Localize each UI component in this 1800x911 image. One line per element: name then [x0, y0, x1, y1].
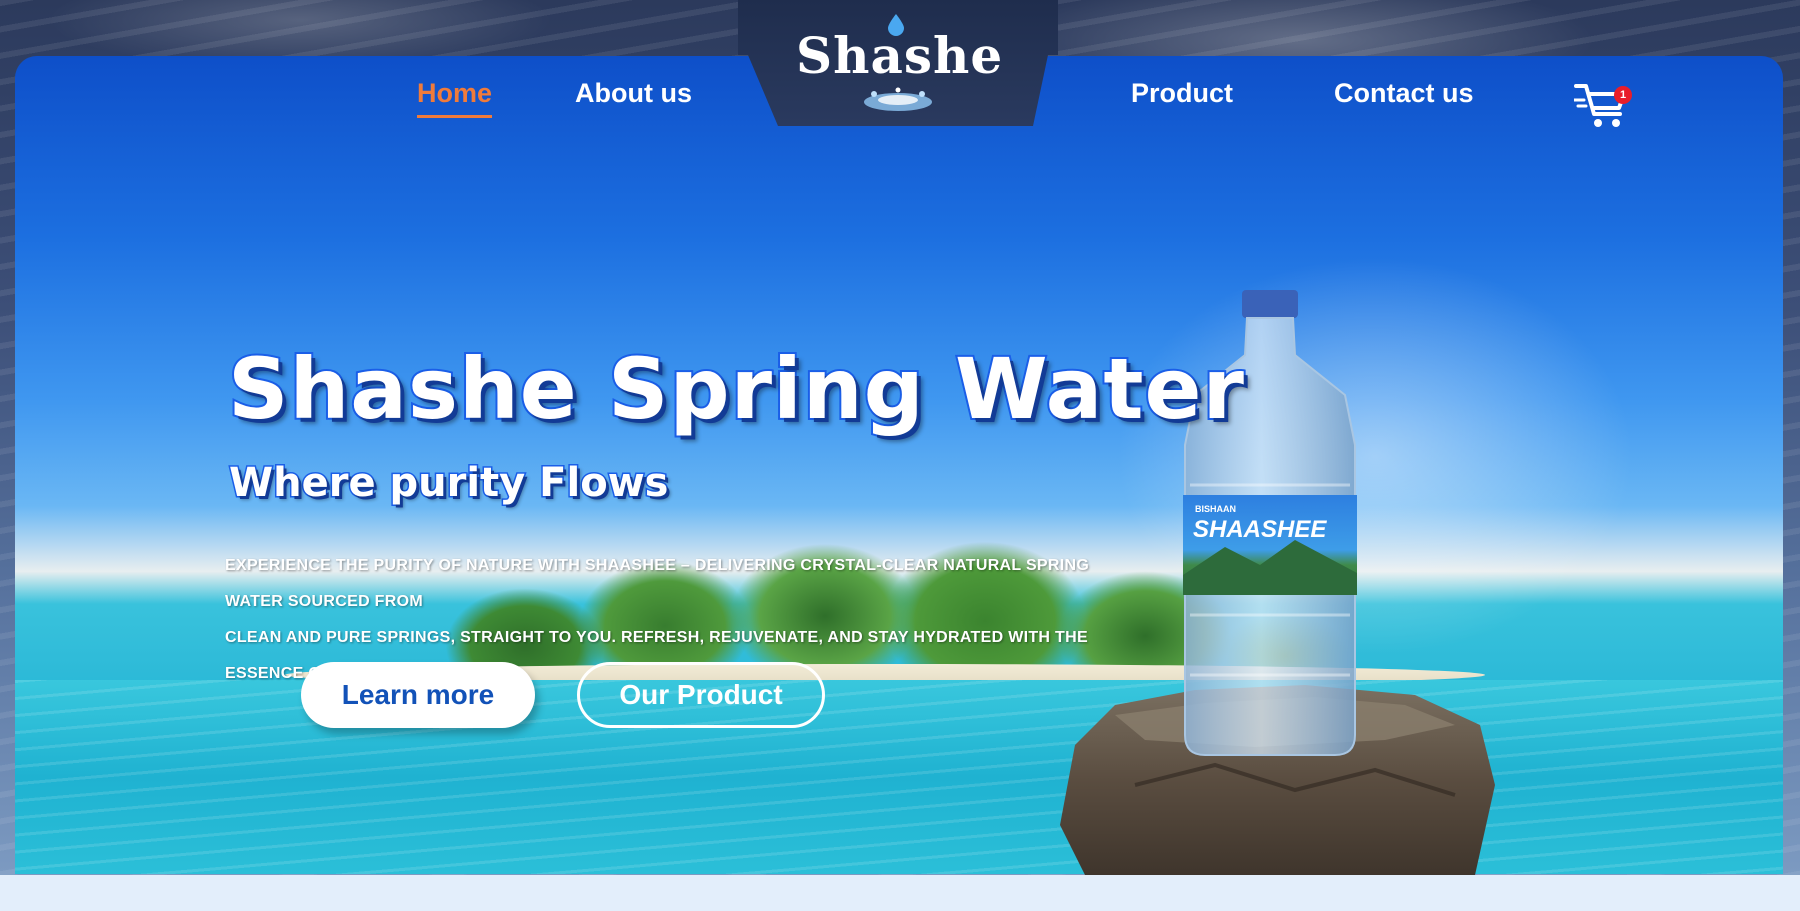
our-product-button[interactable]: Our Product [577, 662, 825, 728]
page-bottom-strip [0, 875, 1800, 911]
bottle-cap [1242, 290, 1298, 318]
cart-count-badge: 1 [1614, 86, 1632, 104]
water-splash-icon [864, 87, 932, 111]
sea [15, 680, 1783, 874]
nav-about-us[interactable]: About us [575, 78, 692, 109]
top-nav: Home About us Shashe Product Contact us … [0, 0, 1800, 130]
learn-more-button[interactable]: Learn more [301, 662, 535, 728]
hero-title: Shashe Spring Water [226, 338, 1246, 440]
nav-home[interactable]: Home [417, 78, 493, 118]
nav-product[interactable]: Product [1131, 78, 1233, 109]
hero-description-line-1: EXPERIENCE THE PURITY OF NATURE WITH SHA… [225, 557, 1090, 610]
page: BISHAAN SHAASHEE Home About us Shashe Pr… [0, 0, 1800, 911]
hero-subtitle: Where purity Flows [227, 459, 669, 508]
nav-contact-us[interactable]: Contact us [1334, 78, 1474, 109]
logo-text[interactable]: Shashe [796, 26, 1003, 85]
label-small-brand: BISHAAN [1195, 504, 1236, 514]
label-brand: SHAASHEE [1193, 516, 1327, 543]
